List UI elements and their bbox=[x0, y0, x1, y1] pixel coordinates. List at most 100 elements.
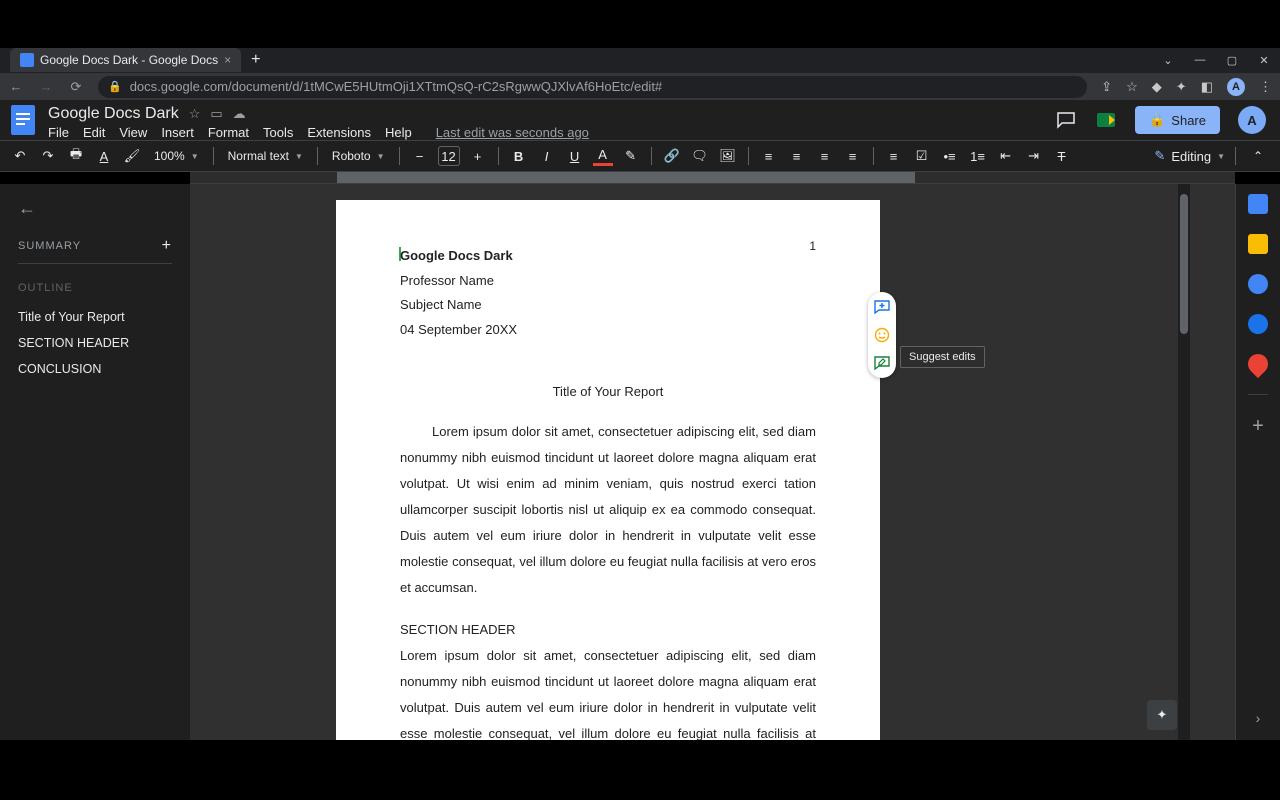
extension-icon-1[interactable]: ◆ bbox=[1152, 79, 1162, 95]
checklist-icon[interactable]: ☑ bbox=[912, 146, 932, 166]
italic-icon[interactable]: I bbox=[537, 146, 557, 166]
calendar-icon[interactable] bbox=[1248, 194, 1268, 214]
get-addons-icon[interactable]: + bbox=[1252, 415, 1264, 438]
undo-icon[interactable]: ↶ bbox=[10, 146, 30, 166]
vertical-scrollbar[interactable] bbox=[1178, 184, 1190, 740]
paint-format-icon[interactable]: 🖌 bbox=[122, 146, 142, 166]
kebab-menu-icon[interactable]: ⋮ bbox=[1259, 79, 1272, 95]
suggest-edits-icon[interactable] bbox=[873, 354, 891, 372]
menu-file[interactable]: File bbox=[48, 125, 69, 140]
font-size-increase[interactable]: + bbox=[468, 146, 488, 166]
numbered-list-icon[interactable]: 1≡ bbox=[968, 146, 988, 166]
add-comment-icon[interactable]: 🗨 bbox=[690, 146, 710, 166]
menu-extensions[interactable]: Extensions bbox=[307, 125, 371, 140]
document-canvas[interactable]: 1 Google Docs Dark Professor Name Subjec… bbox=[190, 184, 1235, 740]
decrease-indent-icon[interactable]: ⇤ bbox=[996, 146, 1016, 166]
bullet-list-icon[interactable]: •≡ bbox=[940, 146, 960, 166]
browser-address-bar: ← → ⟳ 🔒 docs.google.com/document/d/1tMCw… bbox=[0, 72, 1280, 100]
minimize-icon[interactable]: — bbox=[1184, 54, 1216, 67]
text-color-icon[interactable]: A bbox=[593, 146, 613, 166]
back-icon[interactable]: ← bbox=[8, 79, 24, 94]
comment-history-icon[interactable] bbox=[1055, 109, 1077, 131]
share-button[interactable]: 🔒 Share bbox=[1135, 106, 1220, 134]
menu-tools[interactable]: Tools bbox=[263, 125, 293, 140]
outline-label: OUTLINE bbox=[18, 282, 172, 294]
editing-mode-select[interactable]: ✎ Editing ▼ bbox=[1154, 148, 1225, 164]
frame-bottom bbox=[0, 740, 1280, 800]
browser-tab[interactable]: Google Docs Dark - Google Docs × bbox=[10, 48, 241, 72]
close-outline-icon[interactable]: ← bbox=[18, 198, 36, 219]
document-page[interactable]: 1 Google Docs Dark Professor Name Subjec… bbox=[336, 200, 880, 740]
inline-actions-bubble bbox=[868, 292, 896, 378]
menu-insert[interactable]: Insert bbox=[161, 125, 194, 140]
document-title[interactable]: Google Docs Dark bbox=[48, 105, 179, 123]
main-area: ← SUMMARY + OUTLINE Title of Your Report… bbox=[0, 184, 1280, 740]
menu-format[interactable]: Format bbox=[208, 125, 249, 140]
new-tab-button[interactable]: + bbox=[251, 51, 260, 69]
paragraph-1: Lorem ipsum dolor sit amet, consectetuer… bbox=[400, 419, 816, 601]
star-icon[interactable]: ☆ bbox=[189, 106, 201, 122]
add-summary-icon[interactable]: + bbox=[162, 237, 172, 255]
close-tab-icon[interactable]: × bbox=[224, 53, 231, 67]
paragraph-style-select[interactable]: Normal text▼ bbox=[224, 147, 307, 165]
reload-icon[interactable]: ⟳ bbox=[68, 79, 84, 95]
browser-avatar[interactable]: A bbox=[1227, 78, 1245, 96]
formatting-toolbar: ↶ ↷ 🖶 A 🖌 100%▼ Normal text▼ Roboto▼ − 1… bbox=[0, 140, 1280, 172]
highlight-icon[interactable]: ✎ bbox=[621, 146, 641, 166]
font-family-select[interactable]: Roboto▼ bbox=[328, 147, 389, 165]
insert-link-icon[interactable]: 🔗 bbox=[662, 146, 682, 166]
align-justify-icon[interactable]: ≡ bbox=[843, 146, 863, 166]
side-panel-rail: + › bbox=[1235, 184, 1280, 740]
maximize-icon[interactable]: ▢ bbox=[1216, 54, 1248, 67]
font-size-decrease[interactable]: − bbox=[410, 146, 430, 166]
hide-side-panel-icon[interactable]: › bbox=[1256, 710, 1261, 726]
move-folder-icon[interactable]: ▭ bbox=[210, 106, 222, 122]
menu-view[interactable]: View bbox=[119, 125, 147, 140]
forward-icon[interactable]: → bbox=[38, 79, 54, 94]
menu-help[interactable]: Help bbox=[385, 125, 412, 140]
chevron-down-icon[interactable]: ⌄ bbox=[1152, 54, 1184, 67]
redo-icon[interactable]: ↷ bbox=[38, 146, 58, 166]
last-edit-link[interactable]: Last edit was seconds ago bbox=[436, 125, 589, 140]
underline-icon[interactable]: U bbox=[565, 146, 585, 166]
print-icon[interactable]: 🖶 bbox=[66, 146, 86, 166]
spellcheck-icon[interactable]: A bbox=[94, 146, 114, 166]
outline-item[interactable]: Title of Your Report bbox=[18, 304, 172, 330]
align-right-icon[interactable]: ≡ bbox=[815, 146, 835, 166]
url-input[interactable]: 🔒 docs.google.com/document/d/1tMCwE5HUtm… bbox=[98, 76, 1087, 98]
contacts-icon[interactable] bbox=[1248, 314, 1268, 334]
close-window-icon[interactable]: ✕ bbox=[1248, 54, 1280, 67]
extensions-puzzle-icon[interactable]: ✦ bbox=[1176, 79, 1187, 95]
line-spacing-icon[interactable]: ≡ bbox=[884, 146, 904, 166]
share-url-icon[interactable]: ⇪ bbox=[1101, 79, 1112, 95]
hide-menus-icon[interactable]: ⌃ bbox=[1246, 149, 1270, 163]
zoom-select[interactable]: 100%▼ bbox=[150, 147, 203, 165]
keep-icon[interactable] bbox=[1248, 234, 1268, 254]
tasks-icon[interactable] bbox=[1248, 274, 1268, 294]
emoji-reaction-icon[interactable] bbox=[873, 326, 891, 344]
add-comment-bubble-icon[interactable] bbox=[873, 298, 891, 316]
insert-image-icon[interactable]: 🖼 bbox=[718, 146, 738, 166]
bold-icon[interactable]: B bbox=[509, 146, 529, 166]
report-title: Title of Your Report bbox=[400, 379, 816, 405]
clear-formatting-icon[interactable]: T bbox=[1052, 146, 1072, 166]
horizontal-ruler[interactable] bbox=[190, 172, 1235, 184]
menu-bar: File Edit View Insert Format Tools Exten… bbox=[48, 125, 1043, 140]
meet-camera-icon[interactable] bbox=[1095, 109, 1117, 131]
font-size-value[interactable]: 12 bbox=[438, 146, 460, 166]
outline-item[interactable]: SECTION HEADER bbox=[18, 330, 172, 356]
bookmark-icon[interactable]: ☆ bbox=[1126, 79, 1138, 95]
maps-icon[interactable] bbox=[1244, 350, 1272, 378]
outline-item[interactable]: CONCLUSION bbox=[18, 356, 172, 382]
explore-button[interactable]: ✦ bbox=[1147, 700, 1177, 730]
align-center-icon[interactable]: ≡ bbox=[787, 146, 807, 166]
url-text: docs.google.com/document/d/1tMCwE5HUtmOj… bbox=[130, 79, 662, 94]
align-left-icon[interactable]: ≡ bbox=[759, 146, 779, 166]
account-avatar[interactable]: A bbox=[1238, 106, 1266, 134]
cloud-status-icon[interactable]: ☁ bbox=[233, 106, 246, 122]
increase-indent-icon[interactable]: ⇥ bbox=[1024, 146, 1044, 166]
sidepanel-icon[interactable]: ◧ bbox=[1201, 79, 1213, 95]
doc-professor: Professor Name bbox=[400, 269, 816, 294]
docs-logo-icon[interactable] bbox=[10, 103, 36, 137]
menu-edit[interactable]: Edit bbox=[83, 125, 105, 140]
